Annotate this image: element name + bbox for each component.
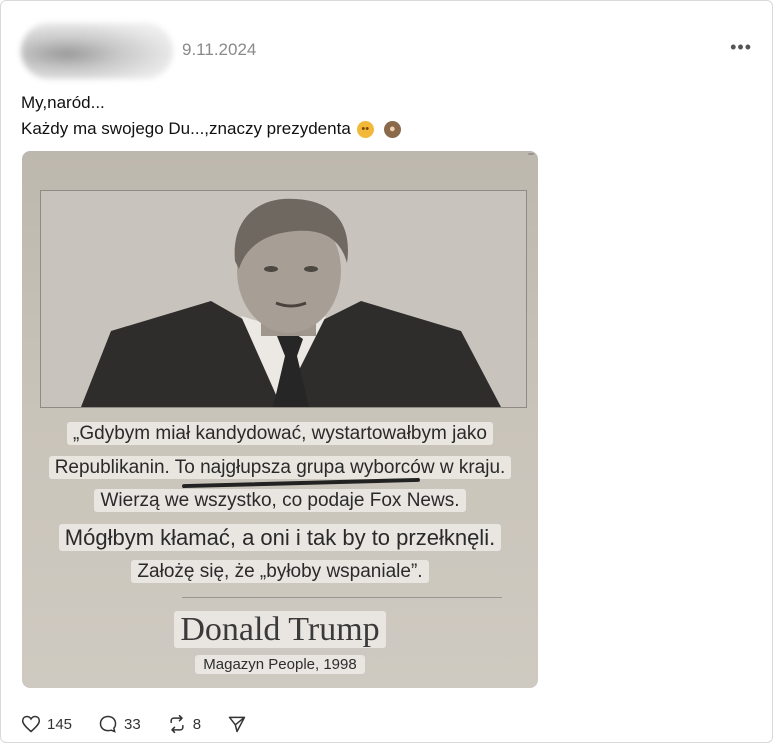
heart-icon [21,715,41,733]
quote-line-4-text: Mógłbym kłamać, a oni i tak by to przełk… [58,524,502,551]
quote-line-3-text: Wierzą we wszystko, co podaje Fox News. [94,489,466,512]
quote-line-2-text: Republikanin. To najgłupsza grupa wyborc… [48,456,512,479]
quote-author: Donald Trump [22,611,538,649]
quote-line-5-text: Założę się, że „byłoby wspaniale”. [131,560,429,583]
share-button[interactable] [227,714,247,734]
quote-line-5: Założę się, że „byłoby wspaniale”. [22,560,538,583]
action-bar: 145 33 8 [21,714,273,734]
quote-source-text: Magazyn People, 1998 [195,655,365,674]
quote-source: Magazyn People, 1998 [22,655,538,674]
comment-bubble-icon [99,715,117,733]
post-text-line-2: Każdy ma swojego Du...,znaczy prezydenta… [21,119,401,139]
see-no-evil-monkey-emoji-icon: ● [383,120,401,138]
quote-author-text: Donald Trump [174,611,386,648]
post-image[interactable]: „Gdybym miał kandydować, wystartowałbym … [22,151,538,688]
quote-line-4: Mógłbym kłamać, a oni i tak by to przełk… [22,524,538,551]
divider [182,597,502,598]
repost-count: 8 [192,715,202,733]
post-date[interactable]: 9.11.2024 [182,40,256,60]
quote-line-1-text: „Gdybym miał kandydować, wystartowałbym … [67,422,493,445]
sad-face-emoji-icon: •• [356,120,374,138]
post-text-line-2-text: Każdy ma swojego Du...,znaczy prezydenta [21,119,351,138]
image-corner-tag [528,153,534,155]
more-options-icon[interactable]: ••• [730,37,752,58]
post-text-line-1: My,naród... [21,93,105,112]
comment-button[interactable]: 33 [98,714,141,734]
quote-line-1: „Gdybym miał kandydować, wystartowałbym … [22,422,538,445]
like-count: 145 [47,715,73,733]
repost-button[interactable]: 8 [167,714,201,734]
send-icon [228,716,246,733]
blurred-avatar[interactable] [21,23,173,79]
quote-line-2: Republikanin. To najgłupsza grupa wyborc… [22,456,538,479]
post-card: 9.11.2024 ••• My,naród... Każdy ma swoje… [0,0,773,743]
comment-count: 33 [124,715,141,733]
handwritten-underline [181,477,421,489]
quote-line-3: Wierzą we wszystko, co podaje Fox News. [22,489,538,512]
portrait-photo [40,190,527,408]
portrait-illustration [41,191,526,407]
like-button[interactable]: 145 [21,714,72,734]
repost-icon [170,714,184,734]
